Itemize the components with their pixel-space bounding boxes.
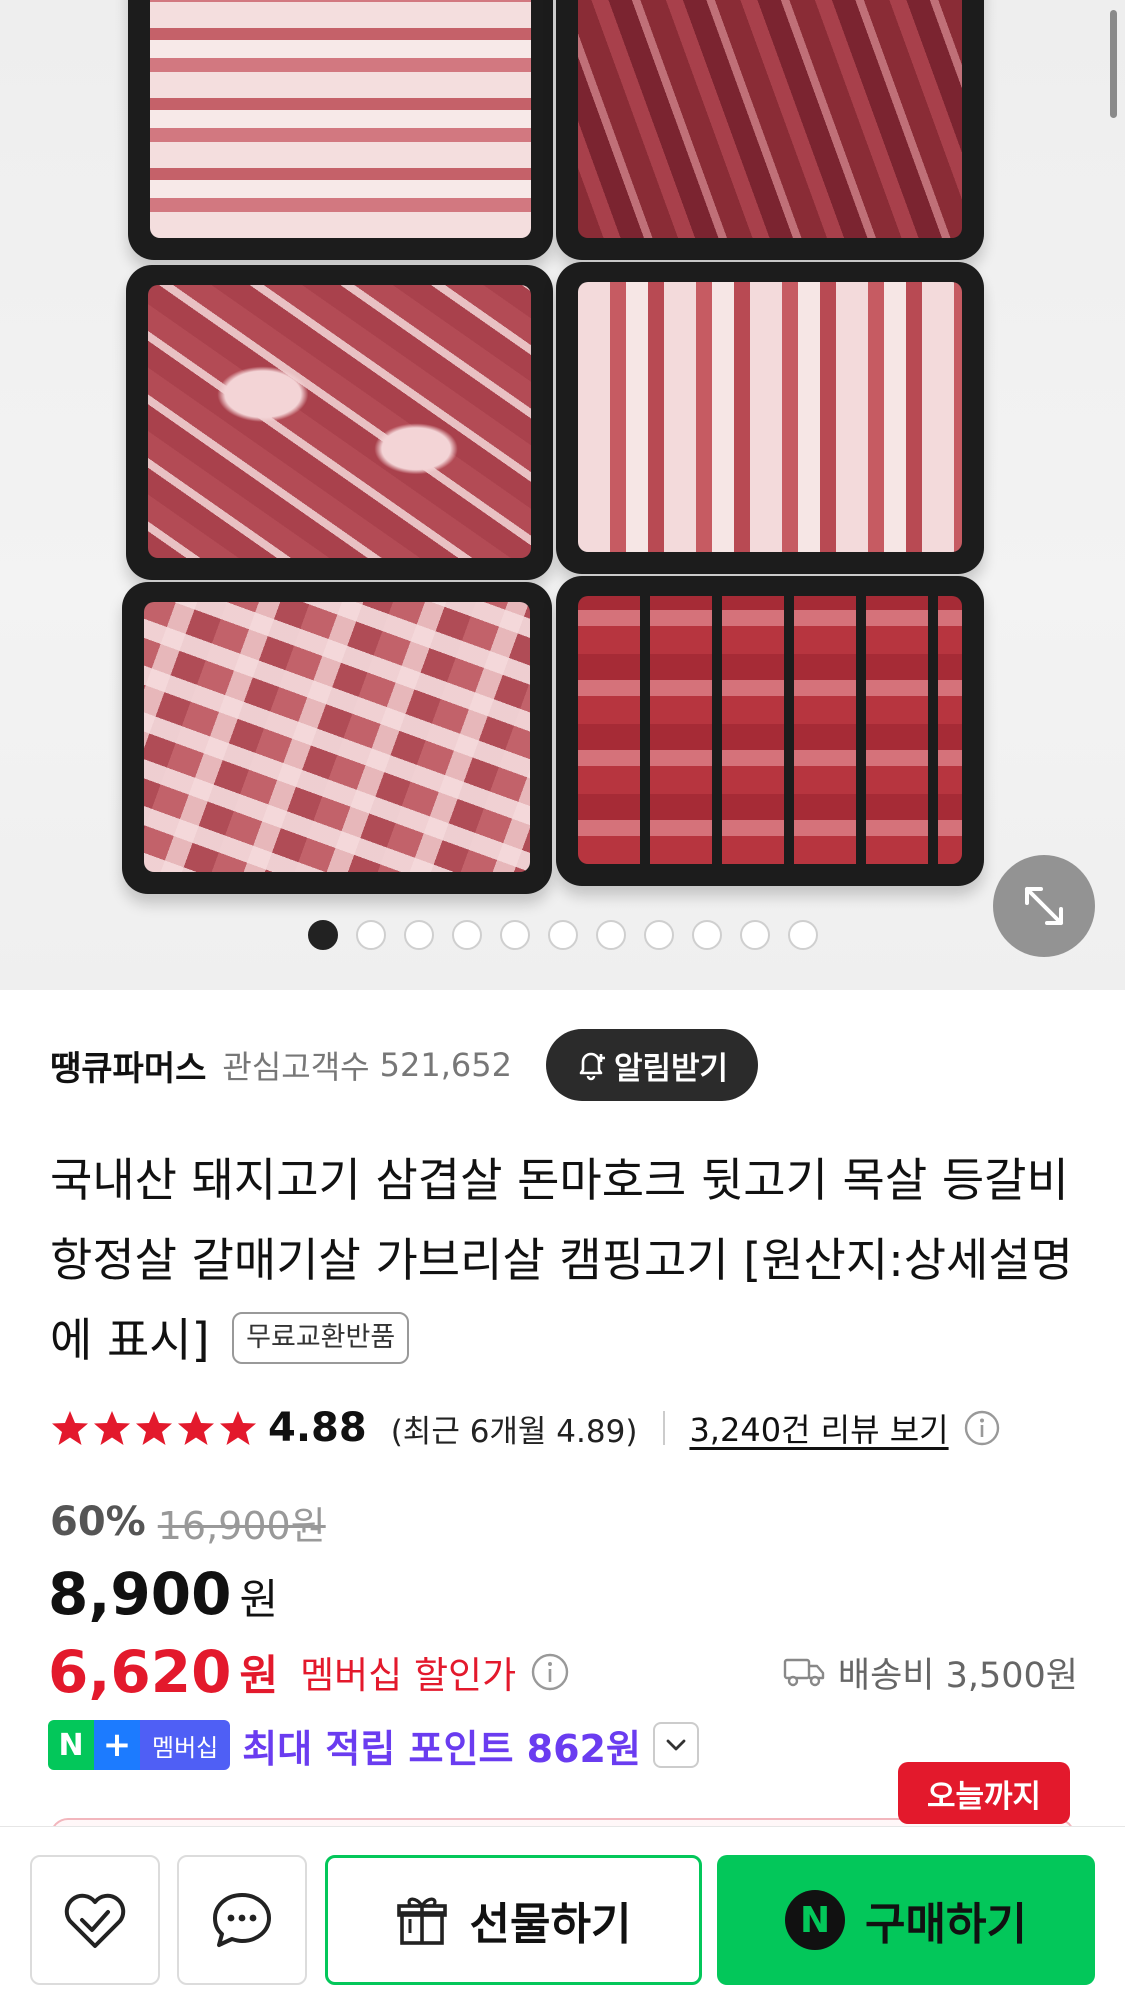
member-price-row: 6,620 원 멤버십 할인가 배송비 3,500원 bbox=[48, 1634, 1078, 1710]
buy-button-label: 구매하기 bbox=[865, 1899, 1027, 1950]
chat-button[interactable] bbox=[177, 1855, 307, 1985]
chevron-down-icon bbox=[666, 1739, 686, 1751]
badge-plus: + bbox=[94, 1720, 140, 1770]
member-price-number: 6,620 bbox=[48, 1638, 232, 1706]
star-icon bbox=[94, 1411, 130, 1445]
bell-plus-icon bbox=[579, 1052, 605, 1081]
gallery-pagination bbox=[0, 920, 1125, 950]
gallery-dot[interactable] bbox=[307, 920, 338, 950]
product-title: 국내산 돼지고기 삼겹살 돈마호크 뒷고기 목살 등갈비 항정살 갈매기살 가브… bbox=[50, 1153, 1073, 1367]
wishlist-button[interactable] bbox=[30, 1855, 160, 1985]
meat-tray bbox=[556, 0, 984, 260]
watchers-count: 521,652 bbox=[379, 1046, 512, 1084]
info-circle-icon[interactable] bbox=[963, 1409, 1001, 1447]
gallery-dot[interactable] bbox=[739, 920, 770, 950]
shipping-fee-text: 배송비 3,500원 bbox=[837, 1655, 1078, 1696]
member-price-unit: 원 bbox=[239, 1650, 279, 1700]
sale-price: 8,900 원 bbox=[48, 1560, 278, 1636]
member-price-label: 멤버십 할인가 bbox=[300, 1654, 517, 1697]
free-return-badge: 무료교환반품 bbox=[232, 1311, 410, 1364]
shipping-fee[interactable]: 배송비 3,500원 bbox=[782, 1647, 1078, 1698]
reviews-link[interactable]: 3,240건 리뷰 보기 bbox=[689, 1405, 948, 1451]
gallery-dot[interactable] bbox=[595, 920, 626, 950]
gallery-dot[interactable] bbox=[451, 920, 482, 950]
expand-image-button[interactable] bbox=[993, 855, 1095, 957]
rating-value: 4.88 bbox=[268, 1405, 367, 1451]
meat-tray bbox=[556, 576, 984, 886]
gallery-dot[interactable] bbox=[499, 920, 530, 950]
gift-box-icon bbox=[396, 1897, 447, 1945]
sale-price-number: 8,900 bbox=[48, 1560, 232, 1628]
badge-label: 멤버십 bbox=[140, 1720, 231, 1770]
product-image-gallery[interactable] bbox=[0, 0, 1125, 990]
bottom-action-bar: 선물하기 N 구매하기 bbox=[0, 1826, 1125, 2016]
rating-row: 4.88 (최근 6개월 4.89) 3,240건 리뷰 보기 bbox=[50, 1402, 1001, 1454]
seller-name[interactable]: 땡큐파머스 bbox=[50, 1041, 206, 1090]
gift-button[interactable]: 선물하기 bbox=[325, 1855, 702, 1985]
gallery-dot[interactable] bbox=[691, 920, 722, 950]
gift-button-label: 선물하기 bbox=[469, 1899, 632, 1950]
points-expand-button[interactable] bbox=[652, 1722, 699, 1768]
star-rating bbox=[50, 1408, 258, 1448]
max-points-text: 최대 적립 포인트 862원 bbox=[242, 1726, 641, 1771]
expand-diagonal-icon bbox=[1025, 887, 1063, 925]
naver-pay-icon: N bbox=[785, 1890, 846, 1950]
meat-tray bbox=[128, 0, 553, 260]
gallery-dot[interactable] bbox=[547, 920, 578, 950]
product-page: 땡큐파머스 관심고객수 521,652 알림받기 국내산 돼지고기 삼겹살 돈마… bbox=[0, 0, 1125, 2016]
gallery-dot[interactable] bbox=[643, 920, 674, 950]
truck-icon bbox=[783, 1658, 825, 1687]
seller-row: 땡큐파머스 관심고객수 521,652 알림받기 bbox=[50, 1029, 759, 1101]
meat-tray bbox=[126, 265, 553, 580]
today-only-badge: 오늘까지 bbox=[898, 1762, 1070, 1824]
buy-button[interactable]: N 구매하기 bbox=[717, 1855, 1095, 1985]
product-title-block: 국내산 돼지고기 삼겹살 돈마호크 뒷고기 목살 등갈비 항정살 갈매기살 가브… bbox=[50, 1140, 1080, 1380]
naver-plus-membership-badge: N + 멤버십 bbox=[48, 1720, 231, 1770]
gallery-dot[interactable] bbox=[403, 920, 434, 950]
meat-tray bbox=[122, 582, 552, 894]
star-icon bbox=[220, 1411, 256, 1445]
chat-bubble-icon bbox=[213, 1893, 271, 1947]
sale-price-unit: 원 bbox=[239, 1575, 279, 1624]
star-icon bbox=[136, 1411, 172, 1445]
heart-check-icon bbox=[64, 1893, 126, 1948]
gallery-dot[interactable] bbox=[787, 920, 818, 950]
points-row: N + 멤버십 최대 적립 포인트 862원 bbox=[48, 1718, 699, 1772]
gallery-dot[interactable] bbox=[355, 920, 386, 950]
info-circle-icon[interactable] bbox=[530, 1652, 570, 1692]
discount-row: 60% 16,900원 bbox=[50, 1494, 326, 1550]
recent-rating: (최근 6개월 4.89) bbox=[390, 1413, 638, 1450]
scrollbar[interactable] bbox=[1110, 10, 1117, 118]
divider bbox=[663, 1411, 666, 1445]
alert-button-label: 알림받기 bbox=[613, 1050, 729, 1087]
badge-n: N bbox=[48, 1720, 94, 1770]
watchers-label: 관심고객수 bbox=[222, 1048, 370, 1086]
alert-subscribe-button[interactable]: 알림받기 bbox=[545, 1029, 759, 1101]
original-price: 16,900원 bbox=[157, 1503, 326, 1548]
meat-tray bbox=[556, 262, 984, 574]
star-icon bbox=[178, 1411, 214, 1445]
star-icon bbox=[52, 1411, 88, 1445]
discount-percent: 60% bbox=[50, 1499, 146, 1545]
